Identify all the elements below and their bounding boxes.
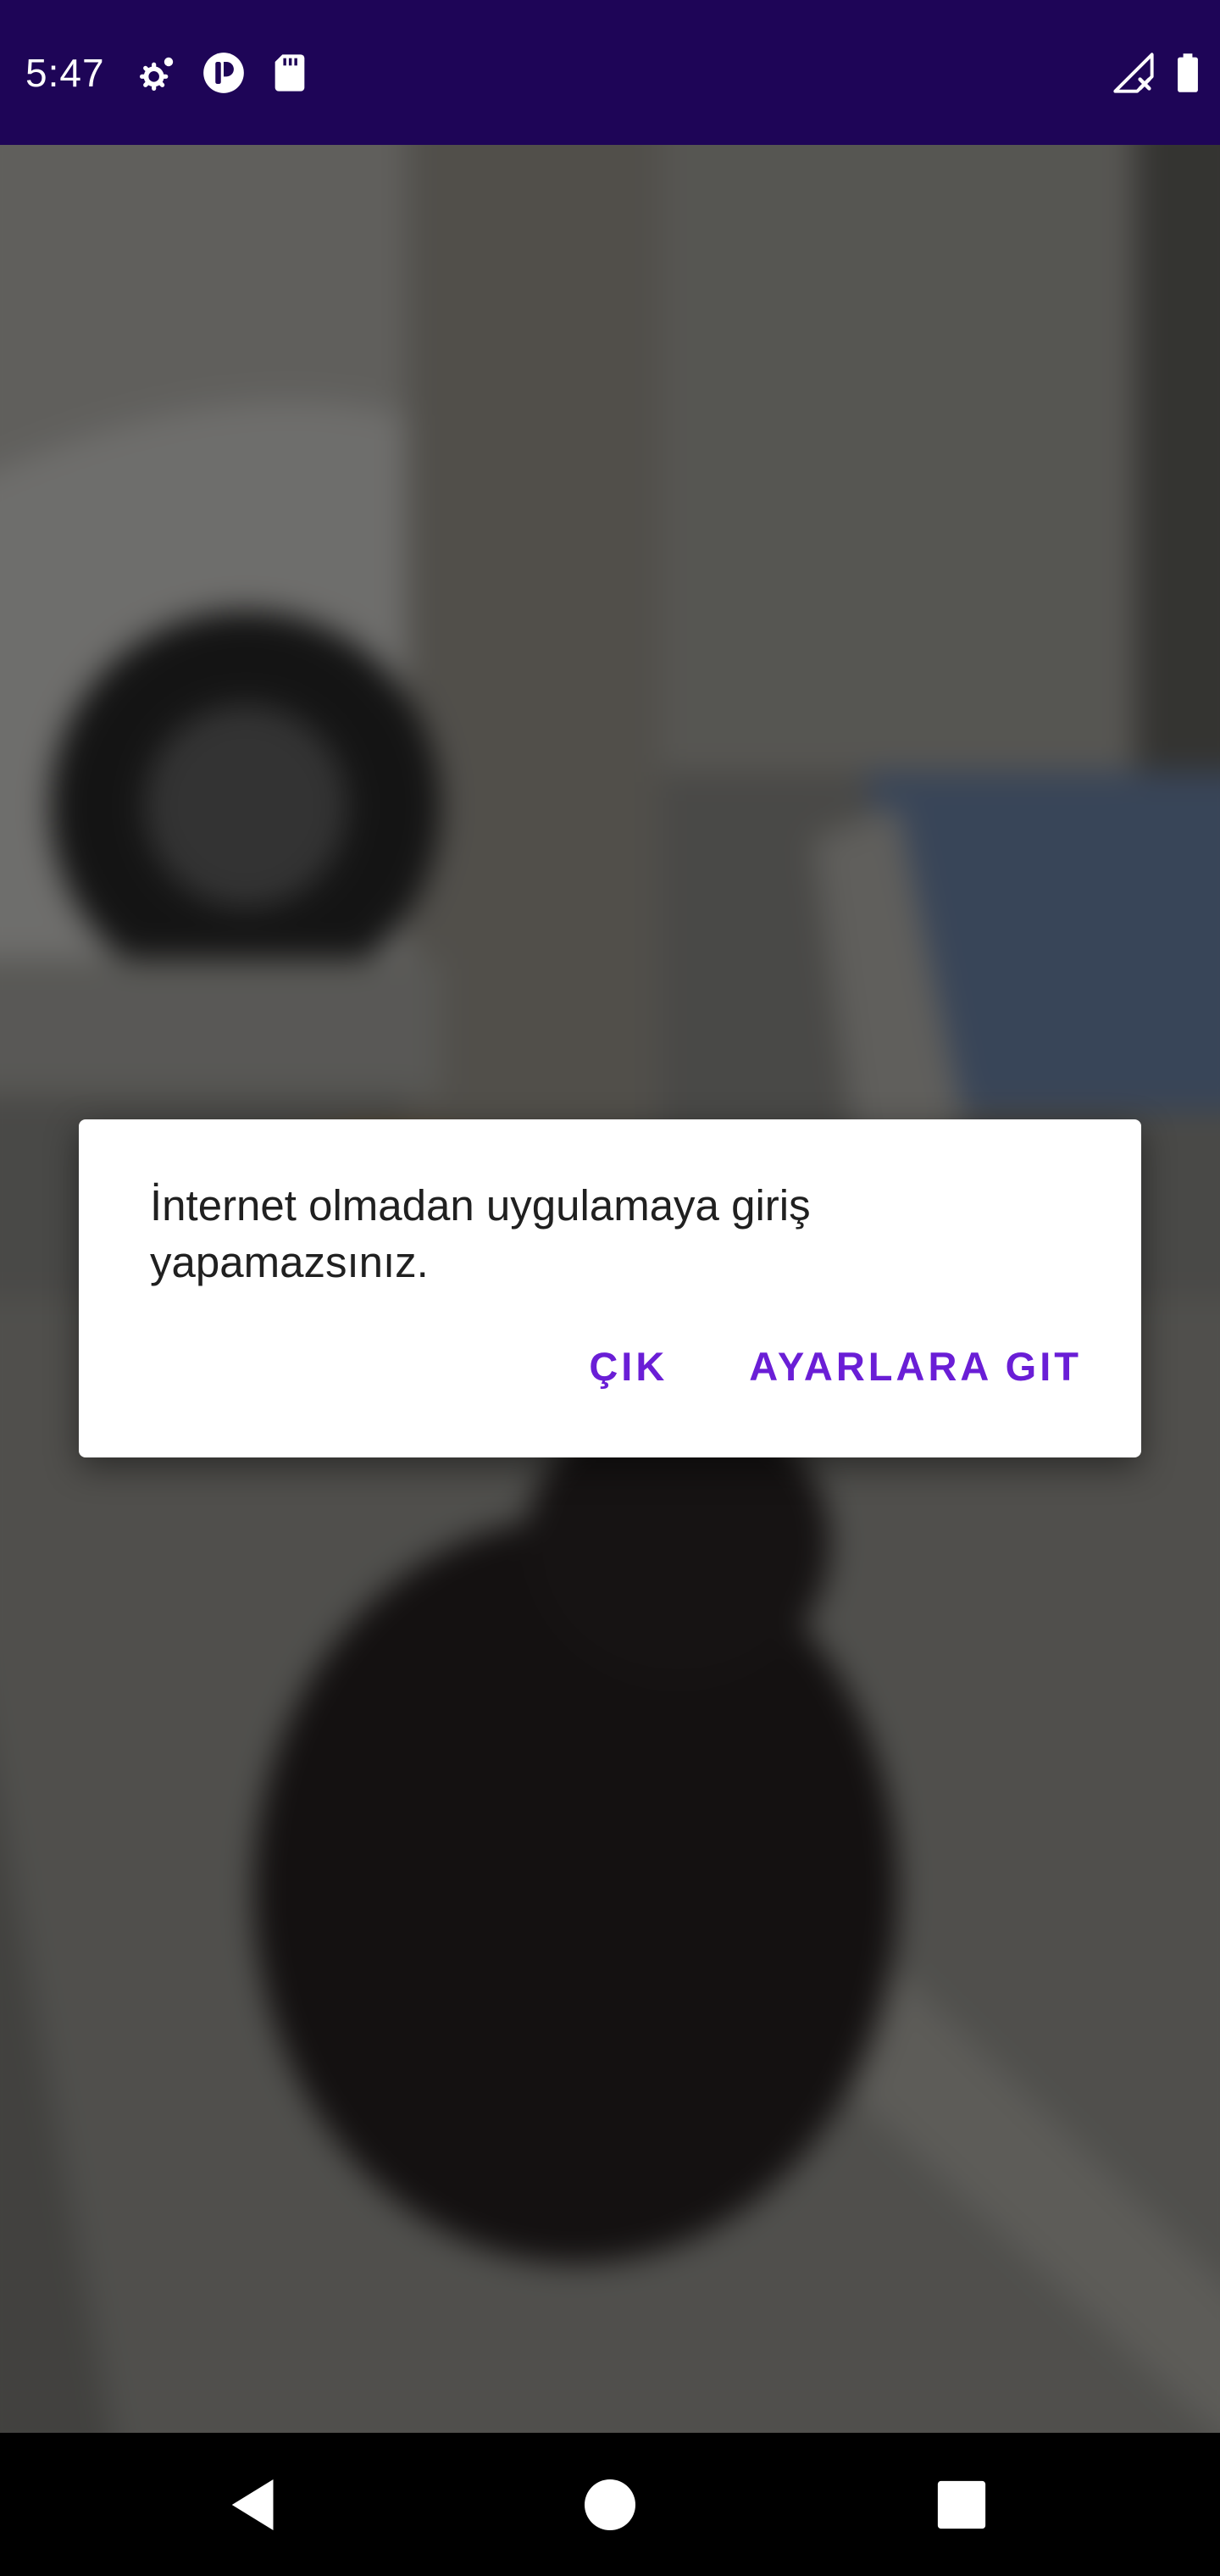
- exit-button[interactable]: ÇIK: [589, 1341, 668, 1392]
- home-icon[interactable]: [572, 2467, 648, 2543]
- navigation-bar: [0, 2433, 1220, 2576]
- back-icon[interactable]: [216, 2467, 292, 2543]
- status-time: 5:47: [25, 51, 105, 95]
- settings-sync-icon: [136, 51, 180, 95]
- status-bar: 5:47: [0, 0, 1220, 145]
- recents-icon[interactable]: [923, 2467, 1000, 2543]
- go-to-settings-button[interactable]: AYARLARA GIT: [749, 1341, 1082, 1392]
- dialog-message: İnternet olmadan uygulamaya giriş yapama…: [150, 1181, 811, 1286]
- no-internet-dialog: İnternet olmadan uygulamaya giriş yapama…: [79, 1119, 1141, 1457]
- battery-full-icon: [1166, 51, 1210, 95]
- dialog-actions: ÇIK AYARLARA GIT: [589, 1341, 1082, 1392]
- cellular-no-signal-icon: [1112, 51, 1156, 95]
- vpn-key-icon: [202, 51, 246, 95]
- sd-card-icon: [268, 51, 312, 95]
